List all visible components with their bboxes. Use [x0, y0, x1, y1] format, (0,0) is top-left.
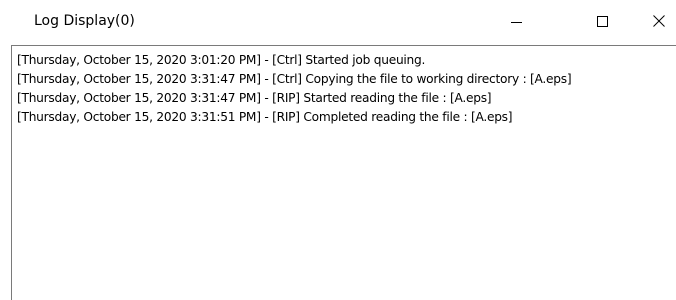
log-text-area[interactable]: [Thursday, October 15, 2020 3:01:20 PM] … [11, 45, 676, 300]
maximize-icon [597, 16, 608, 27]
window-title: Log Display(0) [34, 13, 135, 29]
log-display-window: Log Display(0) [Thursday, October 15, 20… [0, 0, 676, 300]
log-line: [Thursday, October 15, 2020 3:01:20 PM] … [17, 53, 426, 67]
log-line: [Thursday, October 15, 2020 3:31:47 PM] … [17, 72, 572, 86]
log-list: [Thursday, October 15, 2020 3:01:20 PM] … [17, 51, 572, 127]
minimize-button[interactable] [493, 0, 539, 44]
close-button[interactable] [640, 0, 676, 44]
log-line: [Thursday, October 15, 2020 3:31:47 PM] … [17, 91, 492, 105]
close-icon [653, 15, 665, 27]
title-bar[interactable]: Log Display(0) [0, 0, 676, 44]
log-line: [Thursday, October 15, 2020 3:31:51 PM] … [17, 110, 513, 124]
minimize-icon [511, 22, 522, 23]
maximize-button[interactable] [579, 0, 625, 44]
